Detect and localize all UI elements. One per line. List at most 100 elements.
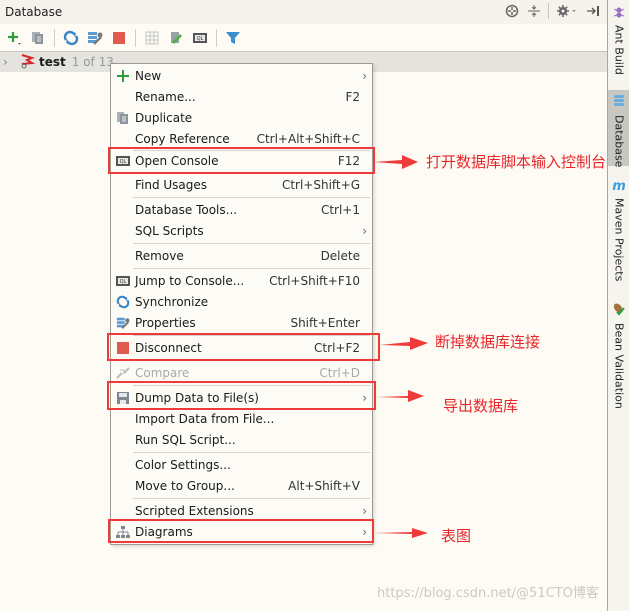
menu-item-shortcut: Ctrl+D xyxy=(319,365,360,380)
menu-separator xyxy=(133,172,370,173)
synchronize-icon xyxy=(115,294,131,310)
plus-icon xyxy=(115,68,131,84)
properties-icon xyxy=(115,315,131,331)
hide-panel-icon[interactable] xyxy=(585,3,601,19)
menu-separator xyxy=(133,498,370,499)
tool-tab-label: Ant Build xyxy=(612,25,626,75)
toolbar-divider xyxy=(54,28,55,47)
add-icon[interactable] xyxy=(4,28,24,48)
annotation-diagrams: 表图 xyxy=(441,527,472,545)
menu-item-copy-reference[interactable]: Copy Reference Ctrl+Alt+Shift+C xyxy=(111,128,372,149)
menu-item-label: Synchronize xyxy=(135,294,209,309)
tool-tab-bean-validation[interactable]: Bean Validation xyxy=(608,302,629,412)
menu-item-label: Import Data from File... xyxy=(135,411,275,426)
menu-item-duplicate[interactable]: Duplicate xyxy=(111,107,372,128)
console-icon: QL xyxy=(115,273,131,289)
toolbar-divider xyxy=(135,28,136,47)
context-menu: New › Rename... F2 Duplicate Copy Refere… xyxy=(110,63,373,545)
menu-item-label: SQL Scripts xyxy=(135,223,204,238)
filter-icon[interactable] xyxy=(223,28,243,48)
menu-item-diagrams[interactable]: Diagrams › xyxy=(111,521,372,542)
submenu-arrow-icon: › xyxy=(362,390,367,405)
duplicate-icon xyxy=(115,110,131,126)
data-source-icon xyxy=(19,53,36,72)
panel-title: Database xyxy=(5,5,63,19)
menu-item-label: Disconnect xyxy=(135,340,202,355)
menu-item-synchronize[interactable]: Synchronize xyxy=(111,291,372,312)
ant-icon xyxy=(613,6,625,21)
annotation-arrow xyxy=(374,528,428,538)
menu-item-jump-to-console[interactable]: QL Jump to Console... Ctrl+Shift+F10 xyxy=(111,270,372,291)
menu-item-properties[interactable]: Properties Shift+Enter xyxy=(111,312,372,333)
bean-validation-icon xyxy=(612,302,626,319)
menu-item-shortcut: Ctrl+Shift+G xyxy=(281,177,360,192)
menu-item-move-to-group[interactable]: Move to Group... Alt+Shift+V xyxy=(111,475,372,496)
menu-separator xyxy=(133,452,370,453)
menu-separator xyxy=(133,197,370,198)
menu-item-label: Scripted Extensions xyxy=(135,503,254,518)
tree-node-count: 1 of 13 xyxy=(71,55,114,69)
expand-chevron-icon[interactable]: › xyxy=(3,55,15,69)
disconnect-icon[interactable] xyxy=(109,28,129,48)
collapse-icon[interactable] xyxy=(526,3,542,19)
gear-dropdown-icon[interactable] xyxy=(555,3,579,19)
panel-title-bar: Database xyxy=(0,0,607,24)
menu-item-label: Copy Reference xyxy=(135,131,230,146)
table-editor-icon[interactable] xyxy=(142,28,162,48)
annotation-arrow xyxy=(374,155,418,169)
diagram-icon xyxy=(115,524,131,540)
tool-tab-label: Database xyxy=(612,115,626,168)
tool-tab-maven-projects[interactable]: m Maven Projects xyxy=(608,180,629,290)
menu-item-open-console[interactable]: QL Open Console F12 xyxy=(111,150,372,171)
menu-item-shortcut: Ctrl+F2 xyxy=(314,340,360,355)
annotation-arrow xyxy=(376,390,424,402)
menu-item-import-data[interactable]: Import Data from File... xyxy=(111,408,372,429)
database-toolbar: QL xyxy=(0,24,607,52)
menu-separator xyxy=(133,268,370,269)
annotation-open-console: 打开数据库脚本输入控制台 xyxy=(426,153,607,171)
compare-icon xyxy=(115,365,131,381)
menu-item-find-usages[interactable]: Find Usages Ctrl+Shift+G xyxy=(111,174,372,195)
menu-separator xyxy=(133,243,370,244)
menu-item-dump-data[interactable]: Dump Data to File(s) › xyxy=(111,387,372,408)
menu-item-disconnect[interactable]: Disconnect Ctrl+F2 xyxy=(111,337,372,358)
menu-separator xyxy=(133,385,370,386)
menu-item-label: Dump Data to File(s) xyxy=(135,390,259,405)
menu-item-color-settings[interactable]: Color Settings... xyxy=(111,454,372,475)
duplicate-icon[interactable] xyxy=(28,28,48,48)
menu-separator xyxy=(133,335,370,336)
annotation-dump-data: 导出数据库 xyxy=(443,397,519,415)
menu-item-database-tools[interactable]: Database Tools... Ctrl+1 xyxy=(111,199,372,220)
synchronize-icon[interactable] xyxy=(61,28,81,48)
menu-item-label: Database Tools... xyxy=(135,202,238,217)
menu-item-remove[interactable]: Remove Delete xyxy=(111,245,372,266)
menu-item-label: Open Console xyxy=(135,153,219,168)
toolbar-divider xyxy=(216,28,217,47)
properties-icon[interactable] xyxy=(85,28,105,48)
menu-item-scripted-extensions[interactable]: Scripted Extensions › xyxy=(111,500,372,521)
menu-item-rename[interactable]: Rename... F2 xyxy=(111,86,372,107)
menu-item-shortcut: Shift+Enter xyxy=(290,315,360,330)
console-icon[interactable]: QL xyxy=(190,28,210,48)
menu-item-new[interactable]: New › xyxy=(111,65,372,86)
edit-source-icon[interactable] xyxy=(166,28,186,48)
menu-item-label: Duplicate xyxy=(135,110,193,125)
svg-text:QL: QL xyxy=(197,36,204,42)
svg-text:QL: QL xyxy=(120,159,127,165)
console-icon: QL xyxy=(115,153,131,169)
tool-tab-label: Bean Validation xyxy=(612,323,626,409)
menu-item-label: Compare xyxy=(135,365,190,380)
svg-text:QL: QL xyxy=(120,279,127,285)
menu-item-label: New xyxy=(135,68,162,83)
menu-item-shortcut: Ctrl+1 xyxy=(320,202,360,217)
menu-item-label: Find Usages xyxy=(135,177,208,192)
title-tools xyxy=(504,3,601,19)
tool-tab-ant-build[interactable]: Ant Build xyxy=(608,4,629,76)
menu-item-label: Jump to Console... xyxy=(135,273,245,288)
tree-node-name: test xyxy=(39,55,66,69)
tool-tab-database[interactable]: Database xyxy=(608,90,629,168)
menu-item-sql-scripts[interactable]: SQL Scripts › xyxy=(111,220,372,241)
menu-item-label: Move to Group... xyxy=(135,478,235,493)
crosshair-icon[interactable] xyxy=(504,3,520,19)
menu-item-run-sql-script[interactable]: Run SQL Script... xyxy=(111,429,372,450)
